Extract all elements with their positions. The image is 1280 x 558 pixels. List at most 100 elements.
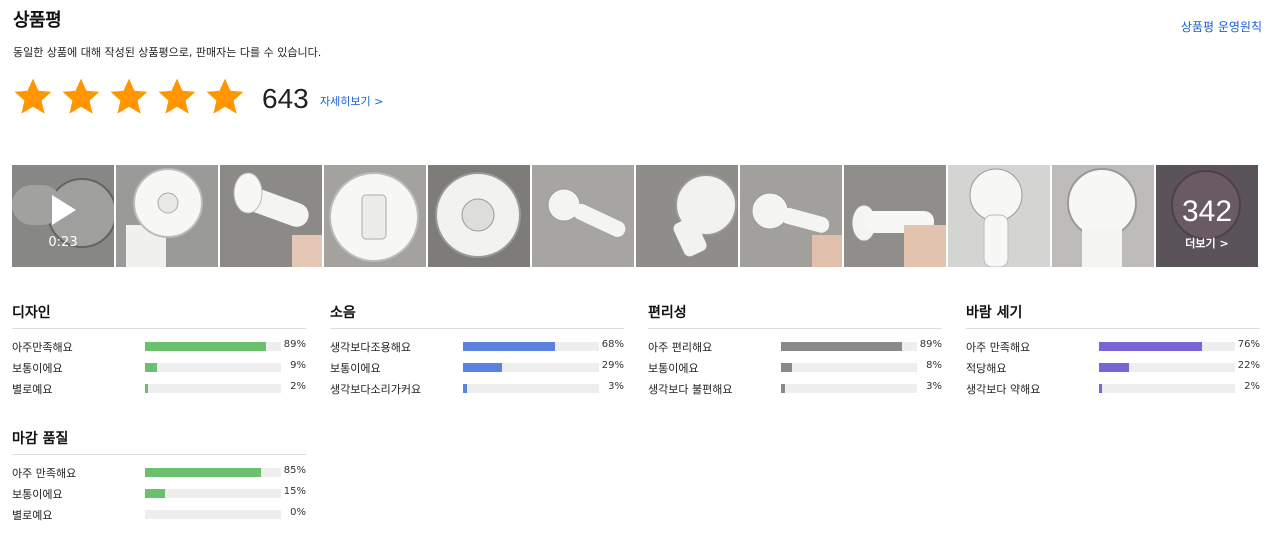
fan-image [636,165,738,267]
rating-bar-fill [145,384,148,393]
fan-image [428,165,530,267]
fan-image [948,165,1050,267]
rating-bar [463,384,599,393]
review-photo[interactable] [428,165,530,267]
rating-percent: 15% [283,486,306,497]
review-photo[interactable] [636,165,738,267]
rating-bar-fill [781,363,792,372]
review-photo[interactable] [1052,165,1154,267]
rating-bar [781,384,917,393]
review-photo[interactable] [532,165,634,267]
rating-label: 보통이에요 [12,362,63,375]
rating-bar [145,363,281,372]
play-icon[interactable] [52,195,76,225]
review-photo[interactable] [844,165,946,267]
rating-row: 보통이에요 15% [12,481,306,502]
rating-bar [1099,384,1235,393]
rating-label: 보통이에요 [12,488,63,501]
more-label: 더보기 > [1185,237,1229,250]
category-title: 편리성 [648,302,942,329]
rating-bar [1099,342,1235,351]
review-photo[interactable] [116,165,218,267]
rating-percent: 22% [1237,360,1260,371]
rating-percent: 89% [283,339,306,350]
rating-bar-fill [781,384,786,393]
rating-bar-fill [1099,384,1102,393]
fan-image [532,165,634,267]
more-count: 342 [1181,195,1233,228]
rating-label: 생각보다 불편해요 [648,383,733,396]
review-photo[interactable] [948,165,1050,267]
video-duration: 0:23 [48,235,78,250]
rating-row: 적당해요 22% [966,355,1260,376]
review-photo[interactable] [324,165,426,267]
fan-image [220,165,322,267]
rating-row: 생각보다소리가커요 3% [330,376,624,397]
rating-row: 별로예요 2% [12,376,306,397]
review-section: 상품평 상품평 운영원칙 동일한 상품에 대해 작성된 상품평으로, 판매자는 … [0,0,1280,558]
rating-percent: 68% [601,339,624,350]
rating-label: 적당해요 [966,362,1007,375]
rating-percent: 85% [283,465,306,476]
rating-bar [145,510,281,519]
rating-row: 아주 만족해요 76% [966,334,1260,355]
rating-bar [463,363,599,372]
category-title: 소음 [330,302,624,329]
rating-label: 별로예요 [12,509,53,522]
fan-image [324,165,426,267]
rating-bar [145,489,281,498]
detail-link[interactable]: 자세히보기 > [320,93,383,109]
rating-bar [1099,363,1235,372]
more-photos-button[interactable]: 342 더보기 > [1156,165,1258,267]
rating-stars [12,76,246,118]
review-photo[interactable] [740,165,842,267]
rating-label: 아주 만족해요 [12,467,77,480]
rating-bar [145,468,281,477]
rating-category: 소음생각보다조용해요 68% 보통이에요 29% 생각보다소리가커요 3% [330,302,624,397]
rating-bar-fill [145,342,267,351]
category-title: 바람 세기 [966,302,1260,329]
rating-bar-fill [781,342,903,351]
rating-percent: 2% [290,381,306,392]
rating-label: 보통이에요 [648,362,699,375]
rating-bar-fill [463,384,468,393]
rating-label: 보통이에요 [330,362,381,375]
review-description: 동일한 상품에 대해 작성된 상품평으로, 판매자는 다를 수 있습니다. [13,46,322,59]
category-title: 디자인 [12,302,306,329]
rating-bar [781,342,917,351]
rating-row: 보통이에요 8% [648,355,942,376]
fan-image [116,165,218,267]
rating-bar [781,363,917,372]
rating-bar-fill [145,489,166,498]
rating-category: 마감 품질 아주 만족해요 85% 보통이에요 15% 별로예요 0% [12,428,306,523]
page-title: 상품평 [13,10,62,31]
star-icon [110,78,148,114]
rating-bar [463,342,599,351]
rating-category: 편리성 아주 편리해요 89% 보통이에요 8% 생각보다 불편해요 3% [648,302,942,397]
rating-row: 보통이에요 29% [330,355,624,376]
review-video-thumbnail[interactable]: 0:23 [12,165,114,267]
star-icon [158,78,196,114]
review-policy-link[interactable]: 상품평 운영원칙 [1181,18,1262,35]
category-title: 마감 품질 [12,428,306,455]
rating-percent: 9% [290,360,306,371]
rating-row: 생각보다조용해요 68% [330,334,624,355]
review-photo[interactable] [220,165,322,267]
rating-bar-fill [145,468,261,477]
rating-percent: 2% [1244,381,1260,392]
rating-category: 디자인아주만족해요 89% 보통이에요 9% 별로예요 2% [12,302,306,397]
rating-row: 아주 만족해요 85% [12,460,306,481]
rating-label: 생각보다조용해요 [330,341,411,354]
rating-label: 생각보다소리가커요 [330,383,422,396]
rating-bar-fill [463,342,556,351]
rating-percent: 3% [926,381,942,392]
rating-label: 생각보다 약해요 [966,383,1041,396]
fan-image [740,165,842,267]
rating-percent: 3% [608,381,624,392]
rating-percent: 8% [926,360,942,371]
rating-label: 아주만족해요 [12,341,73,354]
rating-label: 별로예요 [12,383,53,396]
rating-bar-fill [1099,342,1203,351]
rating-bar [145,342,281,351]
rating-row: 생각보다 약해요 2% [966,376,1260,397]
